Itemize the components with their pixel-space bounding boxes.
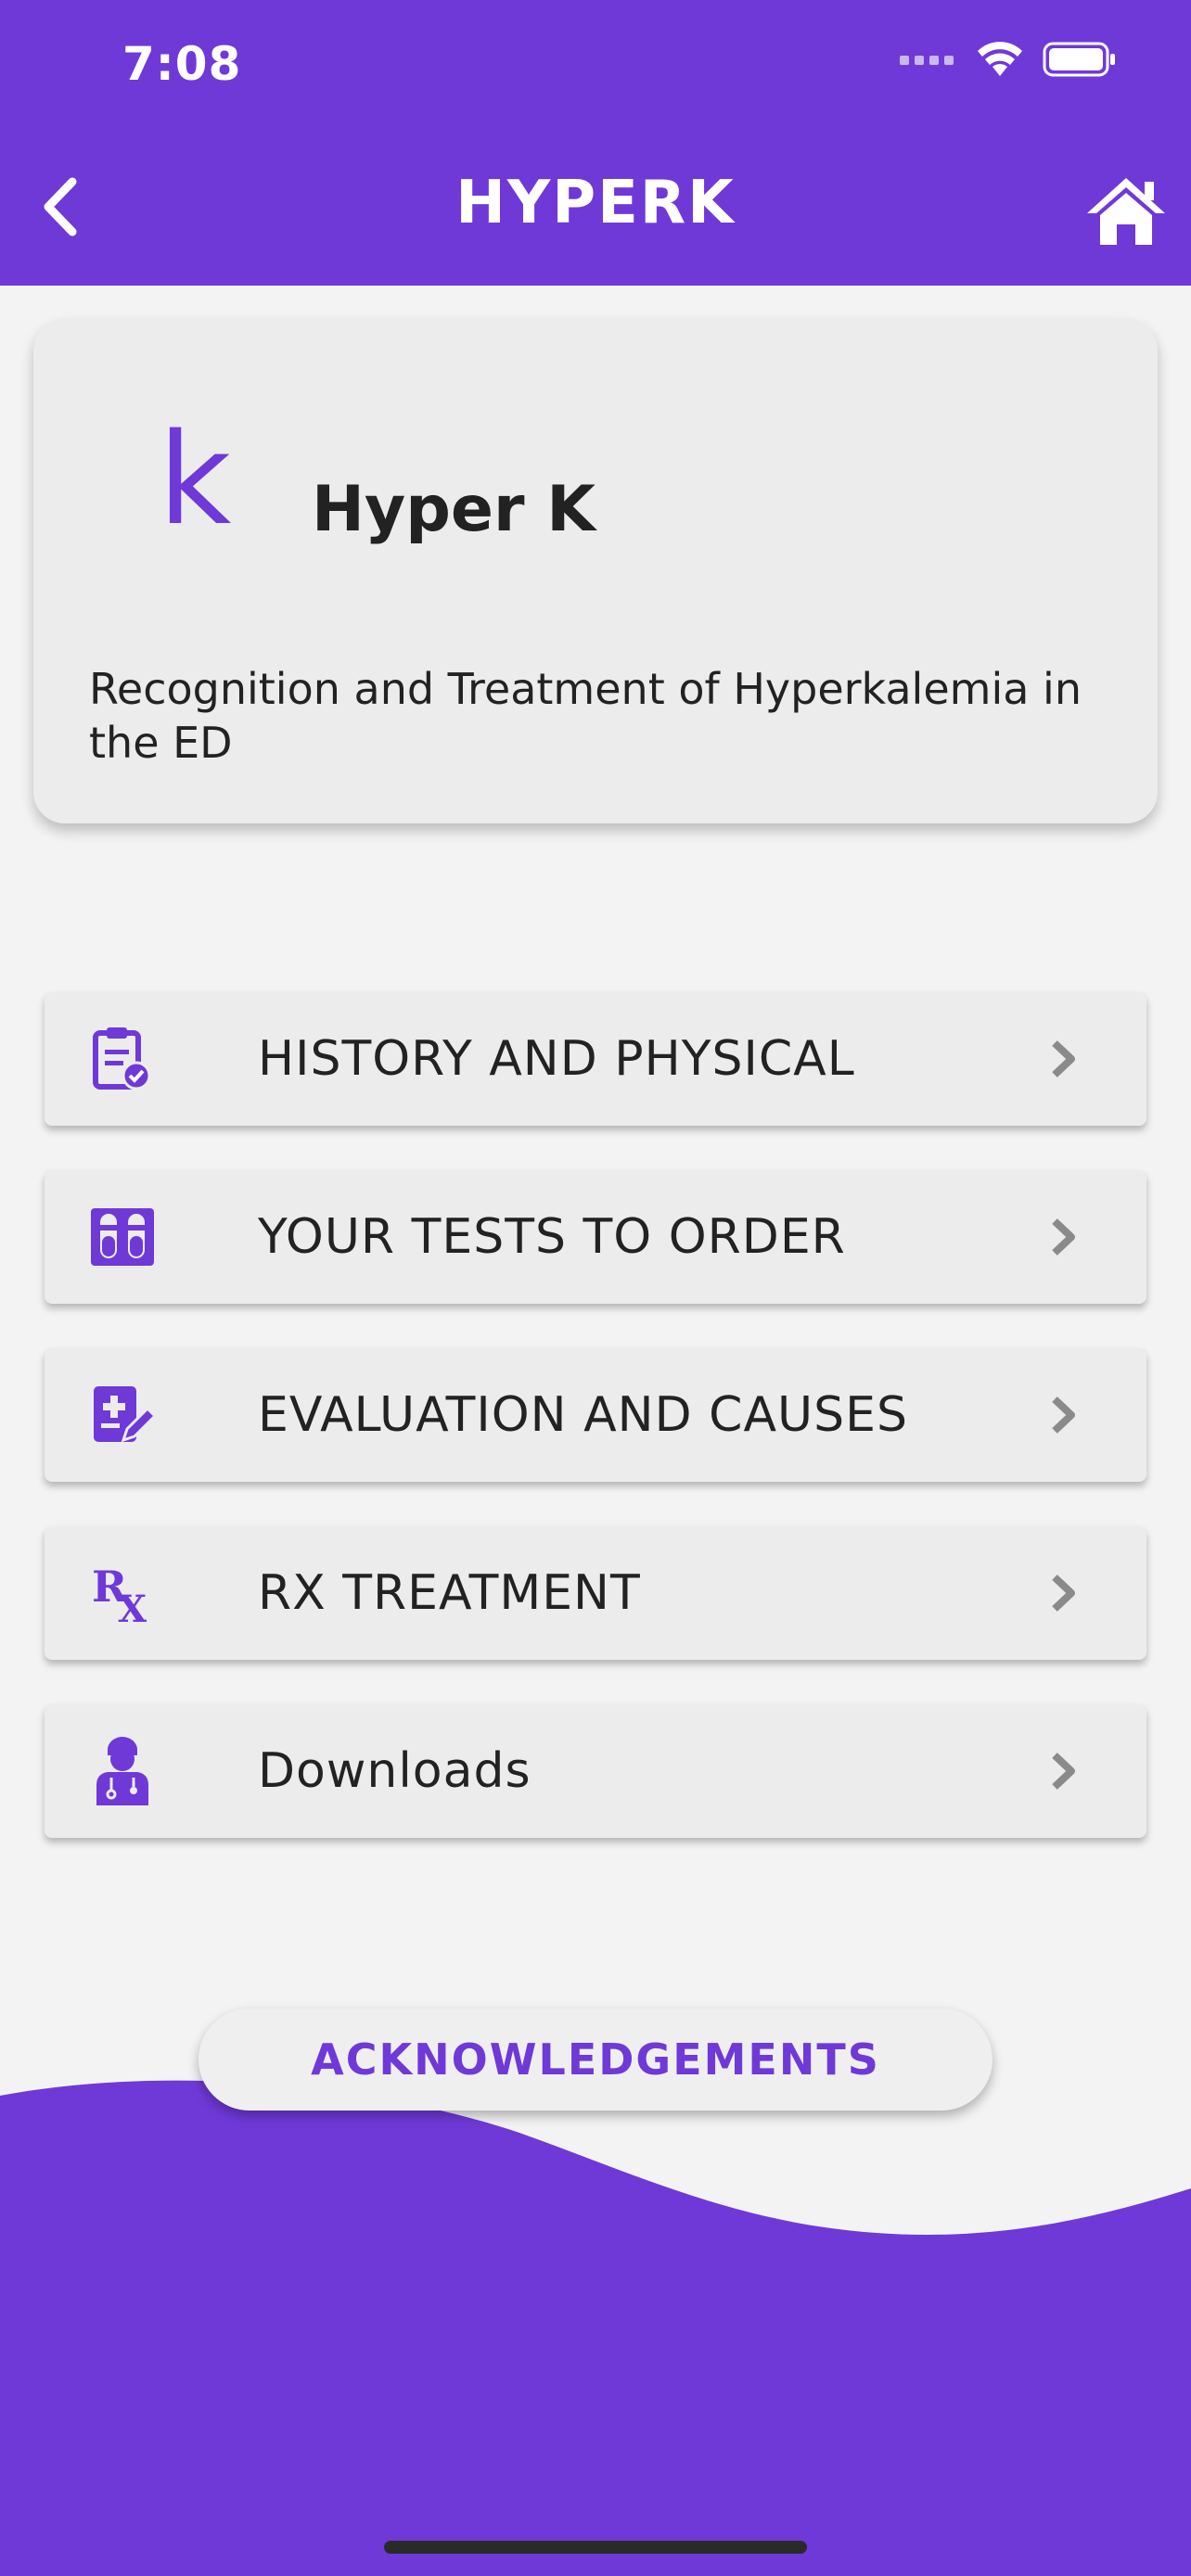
test-tubes-icon [56, 1206, 189, 1268]
topic-letter-icon: k [158, 407, 232, 554]
menu-item-label: RX TREATMENT [258, 1565, 641, 1621]
acknowledgements-button[interactable]: ACKNOWLEDGEMENTS [198, 2009, 992, 2111]
menu-item-rx-treatment[interactable]: R X RX TREATMENT [45, 1526, 1146, 1660]
menu-item-label: HISTORY AND PHYSICAL [258, 1031, 855, 1087]
home-icon [1087, 178, 1165, 245]
battery-icon [1043, 42, 1115, 77]
chevron-right-icon [1035, 1750, 1091, 1792]
home-indicator[interactable] [384, 2541, 807, 2554]
app-header: 7:08 HYPERK [0, 0, 1191, 286]
menu-item-tests-to-order[interactable]: YOUR TESTS TO ORDER [45, 1170, 1146, 1304]
svg-text:X: X [118, 1588, 147, 1626]
rx-icon: R X [56, 1561, 189, 1626]
page-title: HYPERK [455, 169, 736, 237]
menu-item-downloads[interactable]: Downloads [45, 1704, 1146, 1838]
medical-notes-icon [56, 1383, 189, 1447]
topic-description: Recognition and Treatment of Hyperkalemi… [89, 664, 1082, 768]
menu-item-evaluation-and-causes[interactable]: EVALUATION AND CAUSES [45, 1348, 1146, 1482]
chevron-right-icon [1035, 1038, 1091, 1080]
topic-title: Hyper K [312, 473, 596, 546]
menu-item-label: Downloads [258, 1743, 531, 1799]
status-time: 7:08 [122, 37, 242, 91]
menu-item-history-and-physical[interactable]: HISTORY AND PHYSICAL [45, 992, 1146, 1126]
menu-item-label: YOUR TESTS TO ORDER [258, 1209, 846, 1265]
chevron-right-icon [1035, 1394, 1091, 1436]
bottom-wave [0, 2080, 1191, 2576]
chevron-right-icon [1035, 1216, 1091, 1258]
menu-item-label: EVALUATION AND CAUSES [258, 1387, 908, 1443]
home-button[interactable] [1083, 172, 1169, 247]
cellular-icon [900, 56, 954, 65]
chevron-right-icon [1035, 1572, 1091, 1614]
clipboard-check-icon [56, 1026, 189, 1092]
wifi-icon [978, 42, 1022, 76]
status-icons [900, 41, 1117, 78]
doctor-icon [56, 1737, 189, 1805]
